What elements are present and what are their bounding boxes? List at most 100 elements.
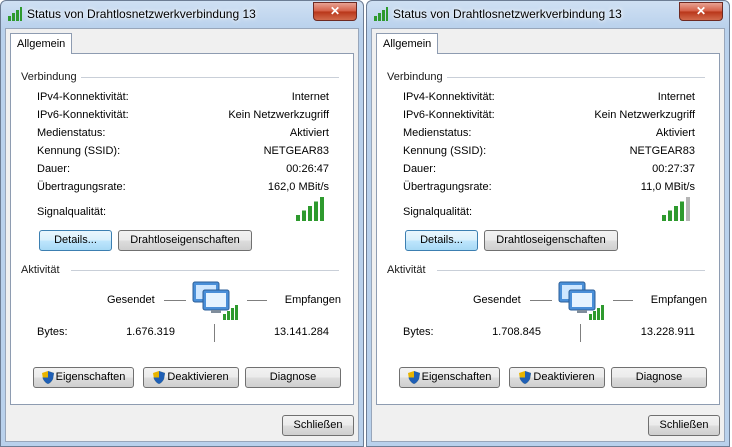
disable-label: Deaktivieren	[167, 371, 229, 383]
signal-bar	[674, 206, 678, 221]
row-label: Kennung (SSID):	[37, 145, 121, 157]
section-title-connection: Verbindung	[21, 71, 77, 83]
properties-button[interactable]: Eigenschaften	[399, 367, 500, 388]
uac-shield-icon	[519, 370, 532, 384]
row-value: NETGEAR83	[629, 145, 695, 157]
close-icon[interactable]: ✕	[313, 2, 357, 21]
tab-allgemein[interactable]: Allgemein	[376, 33, 439, 54]
bytes-received: 13.141.284	[273, 326, 329, 338]
title-bar[interactable]: Status von Drahtlosnetzwerkverbindung 13…	[1, 1, 363, 27]
signal-strength-icon	[296, 197, 324, 221]
close-button[interactable]: Schließen	[282, 415, 354, 436]
close-icon[interactable]: ✕	[679, 2, 723, 21]
wireless-network-icon	[8, 7, 22, 21]
close-button[interactable]: Schließen	[648, 415, 720, 436]
row-value: 162,0 MBit/s	[267, 181, 329, 193]
row-label: Dauer:	[37, 163, 71, 175]
signal-bar	[302, 210, 306, 221]
row-value: NETGEAR83	[263, 145, 329, 157]
disable-button[interactable]: Deaktivieren	[509, 367, 605, 388]
row-value: Aktiviert	[289, 127, 329, 139]
sent-label: Gesendet	[473, 294, 521, 306]
activity-divider	[580, 324, 581, 342]
divider	[71, 270, 339, 271]
row-label: IPv6-Konnektivität:	[37, 109, 129, 121]
signal-bar	[680, 201, 684, 221]
received-label: Empfangen	[650, 294, 707, 306]
row-label: IPv6-Konnektivität:	[403, 109, 495, 121]
uac-shield-icon	[407, 370, 420, 384]
row-label: Übertragungsrate:	[37, 181, 126, 193]
row-value: 11,0 MBit/s	[640, 181, 695, 193]
disable-label: Deaktivieren	[533, 371, 595, 383]
uac-shield-icon	[41, 370, 54, 384]
status-window-2: Status von Drahtlosnetzwerkverbindung 13…	[366, 0, 730, 447]
bytes-received: 13.228.911	[640, 326, 695, 338]
received-line	[247, 300, 267, 301]
signal-bar	[686, 197, 690, 221]
diagnose-button[interactable]: Diagnose	[245, 367, 341, 388]
network-computers-icon	[192, 281, 238, 320]
divider	[81, 77, 339, 78]
tab-allgemein[interactable]: Allgemein	[10, 33, 73, 54]
uac-shield-icon	[153, 370, 166, 384]
tab-panel: Verbindung IPv4-Konnektivität: Internet …	[10, 53, 354, 405]
row-value: Kein Netzwerkzugriff	[228, 109, 329, 121]
received-line	[613, 300, 633, 301]
properties-label: Eigenschaften	[421, 371, 492, 383]
signal-bar	[308, 206, 312, 221]
divider	[437, 270, 705, 271]
sent-line	[530, 300, 552, 301]
sent-label: Gesendet	[107, 294, 155, 306]
section-title-activity: Aktivität	[21, 264, 60, 276]
row-label: Kennung (SSID):	[403, 145, 487, 157]
properties-label: Eigenschaften	[55, 371, 126, 383]
wireless-properties-button[interactable]: Drahtloseigenschaften	[118, 230, 252, 251]
row-label: Dauer:	[403, 163, 437, 175]
row-value: Internet	[657, 91, 695, 103]
signal-label: Signalqualität:	[37, 206, 107, 218]
tab-panel: Verbindung IPv4-Konnektivität: Internet …	[376, 53, 720, 405]
signal-bar	[320, 197, 324, 221]
details-button[interactable]: Details...	[39, 230, 112, 251]
wireless-properties-button[interactable]: Drahtloseigenschaften	[484, 230, 618, 251]
network-computers-icon	[558, 281, 604, 320]
signal-strength-icon	[662, 197, 690, 221]
row-value: Kein Netzwerkzugriff	[594, 109, 695, 121]
row-value: Aktiviert	[655, 127, 695, 139]
bytes-sent: 1.676.319	[126, 326, 175, 338]
diagnose-button[interactable]: Diagnose	[611, 367, 707, 388]
signal-bar	[662, 215, 666, 221]
bytes-sent: 1.708.845	[492, 326, 541, 338]
disable-button[interactable]: Deaktivieren	[143, 367, 239, 388]
bytes-label: Bytes:	[37, 326, 68, 338]
signal-bar	[668, 210, 672, 221]
window-title: Status von Drahtlosnetzwerkverbindung 13	[393, 7, 622, 21]
sent-line	[164, 300, 186, 301]
status-window-1: Status von Drahtlosnetzwerkverbindung 13…	[0, 0, 364, 447]
divider	[447, 77, 705, 78]
dialog-client: Allgemein Verbindung IPv4-Konnektivität:…	[5, 28, 359, 442]
title-bar[interactable]: Status von Drahtlosnetzwerkverbindung 13…	[367, 1, 729, 27]
row-value: 00:26:47	[286, 163, 329, 175]
bytes-label: Bytes:	[403, 326, 434, 338]
signal-label: Signalqualität:	[403, 206, 473, 218]
dialog-client: Allgemein Verbindung IPv4-Konnektivität:…	[371, 28, 725, 442]
section-title-connection: Verbindung	[387, 71, 443, 83]
row-value: 00:27:37	[652, 163, 695, 175]
row-label: IPv4-Konnektivität:	[37, 91, 129, 103]
row-label: Medienstatus:	[403, 127, 472, 139]
row-label: IPv4-Konnektivität:	[403, 91, 495, 103]
properties-button[interactable]: Eigenschaften	[33, 367, 134, 388]
row-value: Internet	[291, 91, 329, 103]
details-button[interactable]: Details...	[405, 230, 478, 251]
row-label: Medienstatus:	[37, 127, 106, 139]
row-label: Übertragungsrate:	[403, 181, 492, 193]
window-title: Status von Drahtlosnetzwerkverbindung 13	[27, 7, 256, 21]
activity-divider	[214, 324, 215, 342]
section-title-activity: Aktivität	[387, 264, 426, 276]
received-label: Empfangen	[284, 294, 341, 306]
wireless-network-icon	[374, 7, 388, 21]
signal-bar	[314, 201, 318, 221]
signal-bar	[296, 215, 300, 221]
